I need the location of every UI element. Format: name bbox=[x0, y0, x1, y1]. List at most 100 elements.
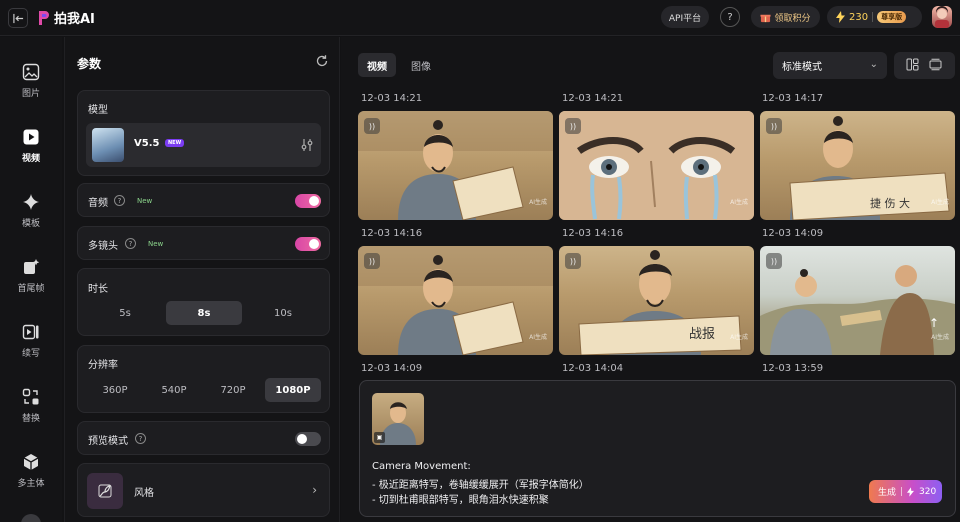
prompt-text-line-2[interactable]: - 极近距离特写，卷轴缓缓展开（军报字体简化） bbox=[372, 476, 589, 491]
video-card-5[interactable]: 战报 )) AI生成 bbox=[559, 246, 754, 355]
model-settings-button[interactable] bbox=[301, 138, 313, 152]
audio-icon: )) bbox=[766, 253, 782, 269]
timestamp-4: 12-03 14:16 bbox=[361, 228, 423, 239]
refresh-icon bbox=[316, 55, 328, 67]
scholar-illustration bbox=[358, 246, 553, 355]
back-button[interactable] bbox=[8, 8, 28, 28]
arrow-up-icon[interactable]: ↑ bbox=[929, 316, 939, 330]
timestamp-2: 12-03 14:21 bbox=[562, 93, 624, 104]
svg-text:捷 伤 大: 捷 伤 大 bbox=[870, 196, 910, 210]
multishot-toggle[interactable] bbox=[295, 237, 321, 251]
audio-icon: )) bbox=[565, 118, 581, 134]
duration-option-8s[interactable]: 8s bbox=[166, 301, 242, 325]
resolution-option-720p[interactable]: 720P bbox=[206, 378, 260, 402]
resolution-label: 分辨率 bbox=[88, 360, 118, 371]
tab-video[interactable]: 视频 bbox=[358, 53, 396, 77]
duration-option-5s[interactable]: 5s bbox=[88, 301, 162, 325]
nav-item-replace[interactable]: 替换 bbox=[0, 384, 62, 432]
gift-icon bbox=[760, 14, 772, 22]
timestamp-8: 12-03 14:04 bbox=[562, 363, 624, 374]
timestamp-1: 12-03 14:21 bbox=[361, 93, 423, 104]
logo[interactable]: 拍我AI bbox=[38, 8, 95, 27]
mode-select-value: 标准模式 bbox=[782, 62, 822, 73]
generate-cost: 320 bbox=[919, 486, 937, 497]
prompt-text-line-3[interactable]: - 切到杜甫眼部特写，眼角泪水快速积聚 bbox=[372, 491, 549, 506]
sparkle-icon bbox=[22, 193, 40, 211]
cube-icon bbox=[22, 453, 40, 471]
credits-box[interactable]: 230 尊享版 bbox=[827, 6, 922, 28]
nav-item-continue[interactable]: 续写 bbox=[0, 319, 62, 367]
mode-select[interactable]: 标准模式 ⌄ bbox=[773, 52, 887, 79]
crying-eyes-illustration bbox=[559, 111, 754, 220]
video-card-1[interactable]: )) AI生成 bbox=[358, 111, 553, 220]
params-title: 参数 bbox=[77, 57, 102, 71]
multishot-toggle-knob bbox=[309, 239, 319, 249]
resolution-option-1080p[interactable]: 1080P bbox=[265, 378, 321, 402]
video-card-6[interactable]: )) ↑ AI生成 bbox=[760, 246, 955, 355]
nav-item-image[interactable]: 图片 bbox=[0, 59, 62, 107]
credits-divider bbox=[872, 12, 874, 22]
video-card-2[interactable]: )) AI生成 bbox=[559, 111, 754, 220]
preview-mode-toggle[interactable] bbox=[295, 432, 321, 446]
ai-watermark: AI生成 bbox=[529, 334, 547, 341]
video-card-4[interactable]: )) AI生成 bbox=[358, 246, 553, 355]
api-platform-button[interactable]: API平台 bbox=[661, 6, 709, 28]
lightning-icon bbox=[836, 11, 845, 23]
timestamp-5: 12-03 14:16 bbox=[562, 228, 624, 239]
style-row[interactable]: 风格 › bbox=[77, 463, 330, 517]
chevron-down-icon: ⌄ bbox=[869, 59, 878, 70]
model-name: V5.5 bbox=[134, 138, 160, 149]
nav-item-multi-subject[interactable]: 多主体 bbox=[0, 449, 62, 497]
multishot-row: 多镜头 ? New bbox=[77, 226, 330, 260]
image-tag-icon: ▣ bbox=[374, 432, 385, 443]
prompt-text-line-1[interactable]: Camera Movement: bbox=[372, 461, 471, 472]
resolution-option-540p[interactable]: 540P bbox=[147, 378, 201, 402]
list-view-button[interactable] bbox=[929, 58, 943, 72]
audio-icon: )) bbox=[565, 253, 581, 269]
preview-mode-label: 预览模式 bbox=[88, 436, 128, 447]
nav-label-image: 图片 bbox=[21, 89, 40, 99]
vip-badge: 尊享版 bbox=[877, 11, 907, 23]
nav-label-video: 视频 bbox=[21, 154, 40, 164]
duration-card: 时长 5s 8s 10s bbox=[77, 268, 330, 336]
ai-watermark: AI生成 bbox=[931, 199, 949, 206]
audio-label: 音频 bbox=[88, 198, 108, 209]
help-button[interactable]: ? bbox=[720, 7, 740, 27]
preview-help-icon[interactable]: ? bbox=[135, 433, 146, 444]
generate-button[interactable]: 生成 320 bbox=[869, 480, 942, 503]
audio-help-icon[interactable]: ? bbox=[114, 195, 125, 206]
grid-view-button[interactable] bbox=[906, 58, 920, 72]
audio-toggle-knob bbox=[309, 196, 319, 206]
timestamp-9: 12-03 13:59 bbox=[762, 363, 824, 374]
more-nav-icon[interactable] bbox=[21, 514, 41, 522]
audio-toggle[interactable] bbox=[295, 194, 321, 208]
avatar[interactable] bbox=[932, 6, 952, 28]
top-bar: 拍我AI API平台 ? 领取积分 230 尊享版 bbox=[0, 0, 960, 36]
video-card-3[interactable]: 捷 伤 大 )) AI生成 bbox=[760, 111, 955, 220]
tab-image[interactable]: 图像 bbox=[402, 53, 440, 77]
model-selector[interactable]: V5.5 NEW bbox=[86, 123, 321, 167]
nav-label-multi-subject: 多主体 bbox=[17, 479, 45, 489]
multishot-label: 多镜头 bbox=[88, 241, 118, 252]
prompt-reference-image[interactable]: ▣ bbox=[372, 393, 424, 445]
grid-icon bbox=[906, 58, 919, 71]
claim-points-button[interactable]: 领取积分 bbox=[751, 6, 820, 28]
nav-item-video[interactable]: 视频 bbox=[0, 124, 62, 172]
nav-item-template[interactable]: 模板 bbox=[0, 189, 62, 237]
resolution-option-360p[interactable]: 360P bbox=[88, 378, 142, 402]
left-nav: 图片 视频 模板 首尾帧 续写 替换 多主体 bbox=[0, 37, 62, 522]
audio-icon: )) bbox=[766, 118, 782, 134]
style-thumbnail bbox=[87, 473, 123, 509]
avatar-face-icon bbox=[935, 6, 949, 28]
lightning-icon bbox=[907, 486, 915, 497]
duration-option-10s[interactable]: 10s bbox=[246, 301, 320, 325]
reset-button[interactable] bbox=[315, 54, 329, 68]
scholar-scroll-illustration: 捷 伤 大 bbox=[789, 116, 950, 220]
nav-item-first-last-frame[interactable]: 首尾帧 bbox=[0, 254, 62, 302]
params-panel: 参数 模型 V5.5 NEW 音频 ? New 多镜头 ? New 时长 5s … bbox=[64, 37, 340, 522]
nav-label-replace: 替换 bbox=[21, 414, 40, 424]
view-toggle bbox=[894, 52, 955, 79]
frame-icon bbox=[22, 258, 40, 276]
multishot-help-icon[interactable]: ? bbox=[125, 238, 136, 249]
credits-count: 230 bbox=[849, 11, 869, 23]
